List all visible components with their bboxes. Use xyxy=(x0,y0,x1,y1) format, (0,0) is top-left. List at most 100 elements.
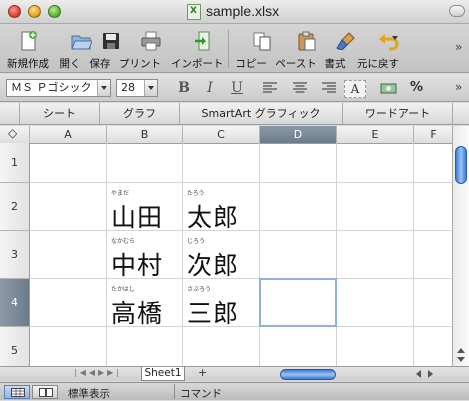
cell-text: 次郎 xyxy=(187,251,240,280)
row-header-1[interactable]: 1 xyxy=(0,143,30,183)
copy-label: コピー xyxy=(235,58,267,70)
font-name-select[interactable]: ＭＳ Ｐゴシック xyxy=(6,79,111,97)
printer-icon xyxy=(141,31,161,51)
font-size-select[interactable]: 28 xyxy=(116,79,158,97)
copy-icon xyxy=(253,32,271,51)
align-right-icon[interactable] xyxy=(322,82,336,94)
font-size-value: 28 xyxy=(121,81,135,94)
row-header-5[interactable]: 5 xyxy=(0,327,30,366)
cell-text: 高橋 xyxy=(111,299,164,328)
toolbar-toggle-button[interactable] xyxy=(449,5,465,17)
column-header-a[interactable]: A xyxy=(30,126,107,143)
sheet-tab[interactable]: Sheet1 xyxy=(141,367,185,381)
gridline xyxy=(30,278,452,279)
copy-button[interactable]: コピー xyxy=(235,28,271,70)
row-header-2[interactable]: 2 xyxy=(0,183,30,231)
cell-text: 山田 xyxy=(111,203,164,232)
cell-b2[interactable]: やまだ 山田 xyxy=(111,188,181,232)
align-left-icon[interactable] xyxy=(263,82,277,94)
elements-gallery-tabs: シート グラフ SmartArt グラフィック ワードアート xyxy=(0,103,469,125)
cell-c3[interactable]: じろう 次郎 xyxy=(187,236,257,280)
print-button[interactable]: プリント xyxy=(119,28,161,70)
furigana: やまだ xyxy=(111,190,130,197)
command-mode-status: コマンド xyxy=(180,388,222,400)
import-button[interactable]: インポート xyxy=(171,28,224,70)
cell-b3[interactable]: なかむら 中村 xyxy=(111,236,181,280)
column-header-f[interactable]: F xyxy=(414,126,454,143)
row-header-4[interactable]: 4 xyxy=(0,279,30,327)
minimize-window-button[interactable] xyxy=(28,5,41,18)
format-label: 書式 xyxy=(324,58,346,70)
gridline xyxy=(30,326,452,327)
cell-c4[interactable]: さぶろう 三郎 xyxy=(187,284,257,328)
save-button[interactable]: 保存 xyxy=(88,28,119,70)
undo-button[interactable]: 元に戻す xyxy=(357,28,399,70)
status-bar: 標準表示 コマンド xyxy=(0,382,469,400)
gridline xyxy=(30,182,452,183)
format-painter-button[interactable]: 書式 xyxy=(323,28,355,70)
align-center-icon[interactable] xyxy=(293,82,307,94)
scroll-left-arrow-icon[interactable] xyxy=(416,370,421,378)
tab-sheets[interactable]: シート xyxy=(19,103,100,124)
underline-button[interactable]: U xyxy=(227,78,247,98)
column-header-d[interactable]: D xyxy=(260,126,337,143)
tab-wordart[interactable]: ワードアート xyxy=(343,103,453,124)
furigana: たろう xyxy=(187,190,205,197)
new-document-icon xyxy=(21,31,37,51)
scroll-right-arrow-icon[interactable] xyxy=(428,370,433,378)
paste-label: ペースト xyxy=(275,58,317,70)
undo-label: 元に戻す xyxy=(357,58,399,70)
column-header-b[interactable]: B xyxy=(107,126,183,143)
spreadsheet-grid[interactable]: A B C D E F 1 2 3 4 5 やまだ 山田 たろう 太郎 なかむら… xyxy=(0,126,469,366)
italic-button[interactable]: I xyxy=(200,78,220,98)
chevron-down-icon xyxy=(144,80,157,96)
gridline xyxy=(30,230,452,231)
cell-text: 太郎 xyxy=(187,203,240,232)
furigana: たかはし xyxy=(111,286,135,293)
add-sheet-button[interactable]: + xyxy=(198,366,207,379)
gridline xyxy=(413,143,414,366)
new-button[interactable]: 新規作成 xyxy=(7,28,49,70)
page-layout-view-button[interactable] xyxy=(32,385,58,399)
row-header-3[interactable]: 3 xyxy=(0,231,30,279)
cell-b4[interactable]: たかはし 高橋 xyxy=(111,284,181,328)
percent-button[interactable]: % xyxy=(410,80,423,95)
column-header-e[interactable]: E xyxy=(337,126,414,143)
zoom-window-button[interactable] xyxy=(48,5,61,18)
paste-button[interactable]: ペースト xyxy=(275,28,317,70)
gridline xyxy=(259,143,260,366)
chevron-down-icon xyxy=(97,80,110,96)
vertical-scroll-thumb[interactable] xyxy=(455,146,467,184)
tab-smartart[interactable]: SmartArt グラフィック xyxy=(180,103,343,124)
close-window-button[interactable] xyxy=(8,5,21,18)
normal-view-button[interactable] xyxy=(4,385,30,399)
scroll-down-arrow-icon[interactable] xyxy=(457,357,465,362)
view-mode-status: 標準表示 xyxy=(68,388,110,400)
undo-dropdown-arrow-icon[interactable] xyxy=(392,36,398,40)
phonetic-guide-icon[interactable]: A xyxy=(344,80,366,98)
scroll-up-arrow-icon[interactable] xyxy=(457,348,465,353)
horizontal-scroll-thumb[interactable] xyxy=(280,369,336,380)
excel-document-icon xyxy=(187,4,201,20)
active-cell-d4[interactable] xyxy=(259,278,337,327)
tab-charts[interactable]: グラフ xyxy=(100,103,180,124)
column-header-c[interactable]: C xyxy=(183,126,260,143)
status-divider xyxy=(174,384,175,399)
bold-button[interactable]: B xyxy=(174,78,194,98)
select-all-corner[interactable] xyxy=(0,126,30,143)
formatbar-overflow-icon[interactable]: » xyxy=(455,80,462,94)
gridline xyxy=(336,143,337,366)
column-header-bar: A B C D E F xyxy=(0,126,469,144)
save-disk-icon xyxy=(103,33,119,49)
gridline xyxy=(106,143,107,366)
format-brush-icon xyxy=(336,32,355,50)
sheet-nav-arrows-icon[interactable]: |◀◀▶▶| xyxy=(74,368,122,377)
cell-c2[interactable]: たろう 太郎 xyxy=(187,188,257,232)
currency-format-icon[interactable] xyxy=(380,80,398,98)
cell-text: 中村 xyxy=(111,251,164,280)
toolbar-overflow-icon[interactable]: » xyxy=(455,40,462,54)
furigana: なかむら xyxy=(111,238,136,245)
print-label: プリント xyxy=(119,58,161,70)
vertical-scrollbar[interactable] xyxy=(452,126,469,366)
grid-view-icon xyxy=(11,388,25,397)
